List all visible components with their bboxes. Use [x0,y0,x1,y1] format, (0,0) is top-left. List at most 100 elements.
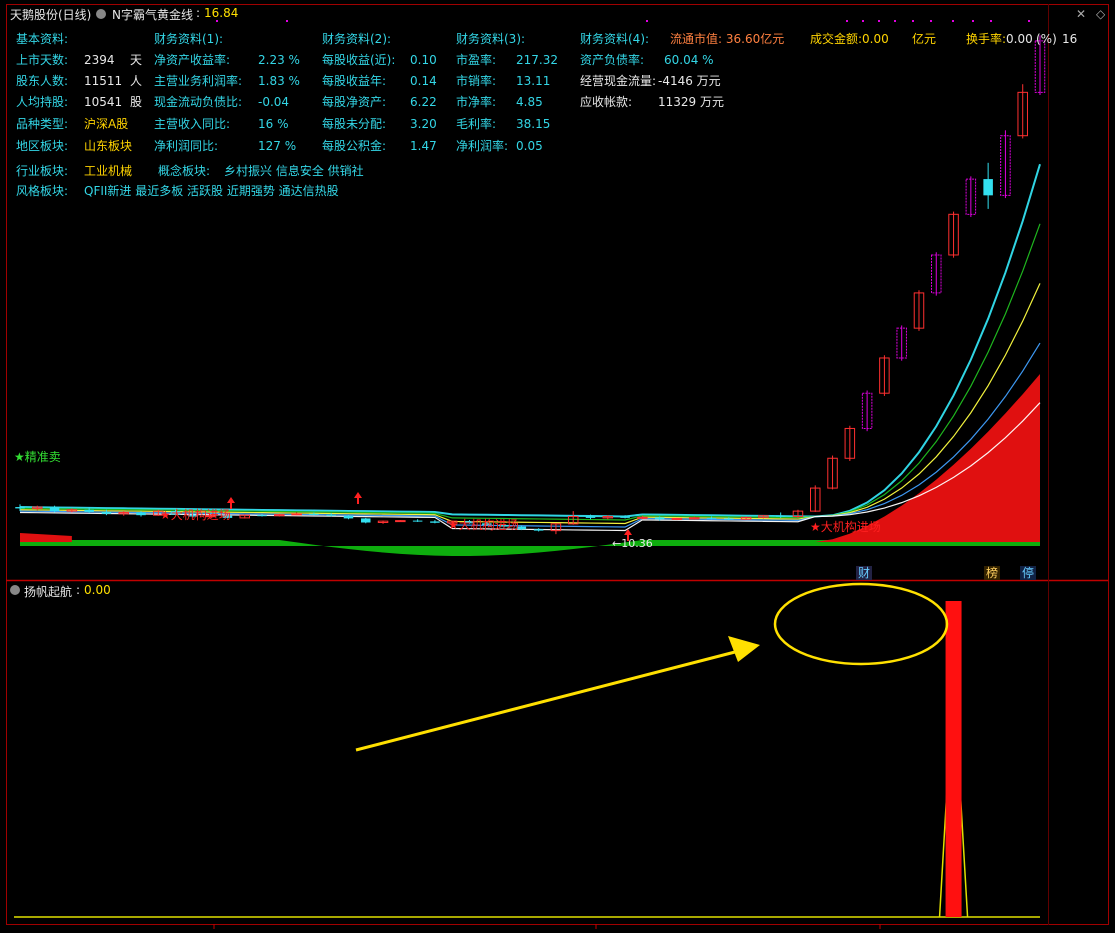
basic-value: 2394 [84,53,115,67]
fin3-value: 4.85 [516,95,543,109]
expand-icon[interactable]: ◇ [1096,7,1105,21]
fin3-label: 市盈率: [456,53,497,67]
sub-indicator-plot [14,601,1040,929]
fin2-label: 每股收益年: [322,74,387,88]
fin4-value: 11329 万元 [658,95,724,109]
fin1-value: -0.04 [258,95,290,109]
close-icon[interactable]: ✕ [1076,7,1086,21]
fin2-value: 3.20 [410,117,437,131]
ting-badge[interactable]: 停 [1020,566,1037,580]
candle-body [983,179,993,196]
basic-unit: 股 [130,95,143,109]
marker-dot [972,20,974,22]
candle-body [343,515,354,519]
fin1-label: 净资产收益率: [154,53,231,67]
signal-bar [945,601,962,917]
fin3-value: 13.11 [516,74,551,88]
marker-dot [990,20,992,22]
candle-body [671,517,683,520]
candle-body [291,513,302,516]
basic-label: 上市天数: [16,53,69,67]
candle-body [257,515,267,517]
dropdown-icon[interactable] [96,9,106,19]
candle-body [361,518,371,523]
candle-body [654,517,665,520]
fin3-title: 财务资料(3): [456,32,526,46]
fin1-value: 16 % [258,117,289,131]
sub-value: 0.00 [84,583,111,597]
candle-body [430,521,440,523]
candle-body [533,529,544,531]
candle-body [395,520,406,523]
fin2-value: 0.10 [410,53,437,67]
candle-body [620,516,630,518]
fin2-title: 财务资料(2): [322,32,392,46]
sub-title: 扬帆起航 [24,585,73,599]
marker-dot [878,20,880,22]
fin3-label: 市净率: [456,95,497,109]
fin2-label: 每股净资产: [322,95,387,109]
basic-unit: 人 [130,74,143,88]
basic-label: 地区板块: [16,139,69,153]
marker-dot [646,20,648,22]
marker-dot [930,20,932,22]
fin1-label: 净利润同比: [154,139,219,153]
highlight-arrow-shaft [355,650,736,752]
candle-body [136,512,146,516]
float-cap: 流通市值: 36.60亿元 [670,32,785,46]
turnover-label: 换手率: [966,32,1007,46]
fin1-value: 127 % [258,139,297,153]
marker-dot [862,20,864,22]
fin3-value: 217.32 [516,53,558,67]
fin3-value: 38.15 [516,117,551,131]
marker-dot [286,20,288,22]
basic-label: 人均持股: [16,95,69,109]
ma-line-1 [19,223,1041,521]
fin1-label: 主营收入同比: [154,117,231,131]
turnover-value: 0.00 [1006,32,1033,46]
style-value: QFII新进 最近多板 活跃股 近期强势 通达信热股 [84,184,339,198]
inst-entry-label-1: ★大机构进场 [160,508,231,522]
marker-dot [1028,20,1030,22]
basic-value: 山东板块 [84,139,133,153]
candle-body [688,517,700,520]
fin2-value: 6.22 [410,95,437,109]
basic-unit: 天 [130,53,143,67]
sub-dropdown-icon[interactable] [10,585,20,595]
bang-badge[interactable]: 榜 [984,566,1001,580]
stock-title: 天鹅股份(日线) [10,8,92,22]
right-tail: 16 [1062,32,1078,46]
turnover-tail: (%) [1036,32,1057,46]
candle-body [101,511,112,514]
candle-body [585,516,596,518]
caibao-badge[interactable]: 财 [856,566,873,580]
fin3-label: 毛利率: [456,117,497,131]
fin4-value: 60.04 % [664,53,714,67]
inst-entry-label-2: ★大机构进场 [448,518,519,532]
indicator-value: 16.84 [204,6,239,20]
marker-dot [846,20,848,22]
inst-entry-label-3: ★大机构进场 [810,520,881,534]
style-label: 风格板块: [16,184,69,198]
candle-body [724,518,734,520]
concept-label: 概念板块: [158,164,211,178]
highlight-arrow-head [728,636,760,662]
candle-body [775,515,786,517]
fin1-title: 财务资料(1): [154,32,224,46]
volume-unit: 亿元 [912,32,937,46]
fin1-label: 主营业务利润率: [154,74,243,88]
candle-body [706,517,717,519]
fin3-label: 市销率: [456,74,497,88]
basic-label: 品种类型: [16,117,69,131]
basic-value: 10541 [84,95,123,109]
fin4-value: -4146 万元 [658,74,721,88]
fin3-value: 0.05 [516,139,543,153]
low-price-label: ←10.36 [612,537,653,550]
industry-label: 行业板块: [16,164,69,178]
fin2-label: 每股公积金: [322,139,387,153]
candle-body [412,520,423,522]
marker-dot [952,20,954,22]
marker-dot [912,20,914,22]
fin2-value: 1.47 [410,139,437,153]
basic-label: 股东人数: [16,74,69,88]
